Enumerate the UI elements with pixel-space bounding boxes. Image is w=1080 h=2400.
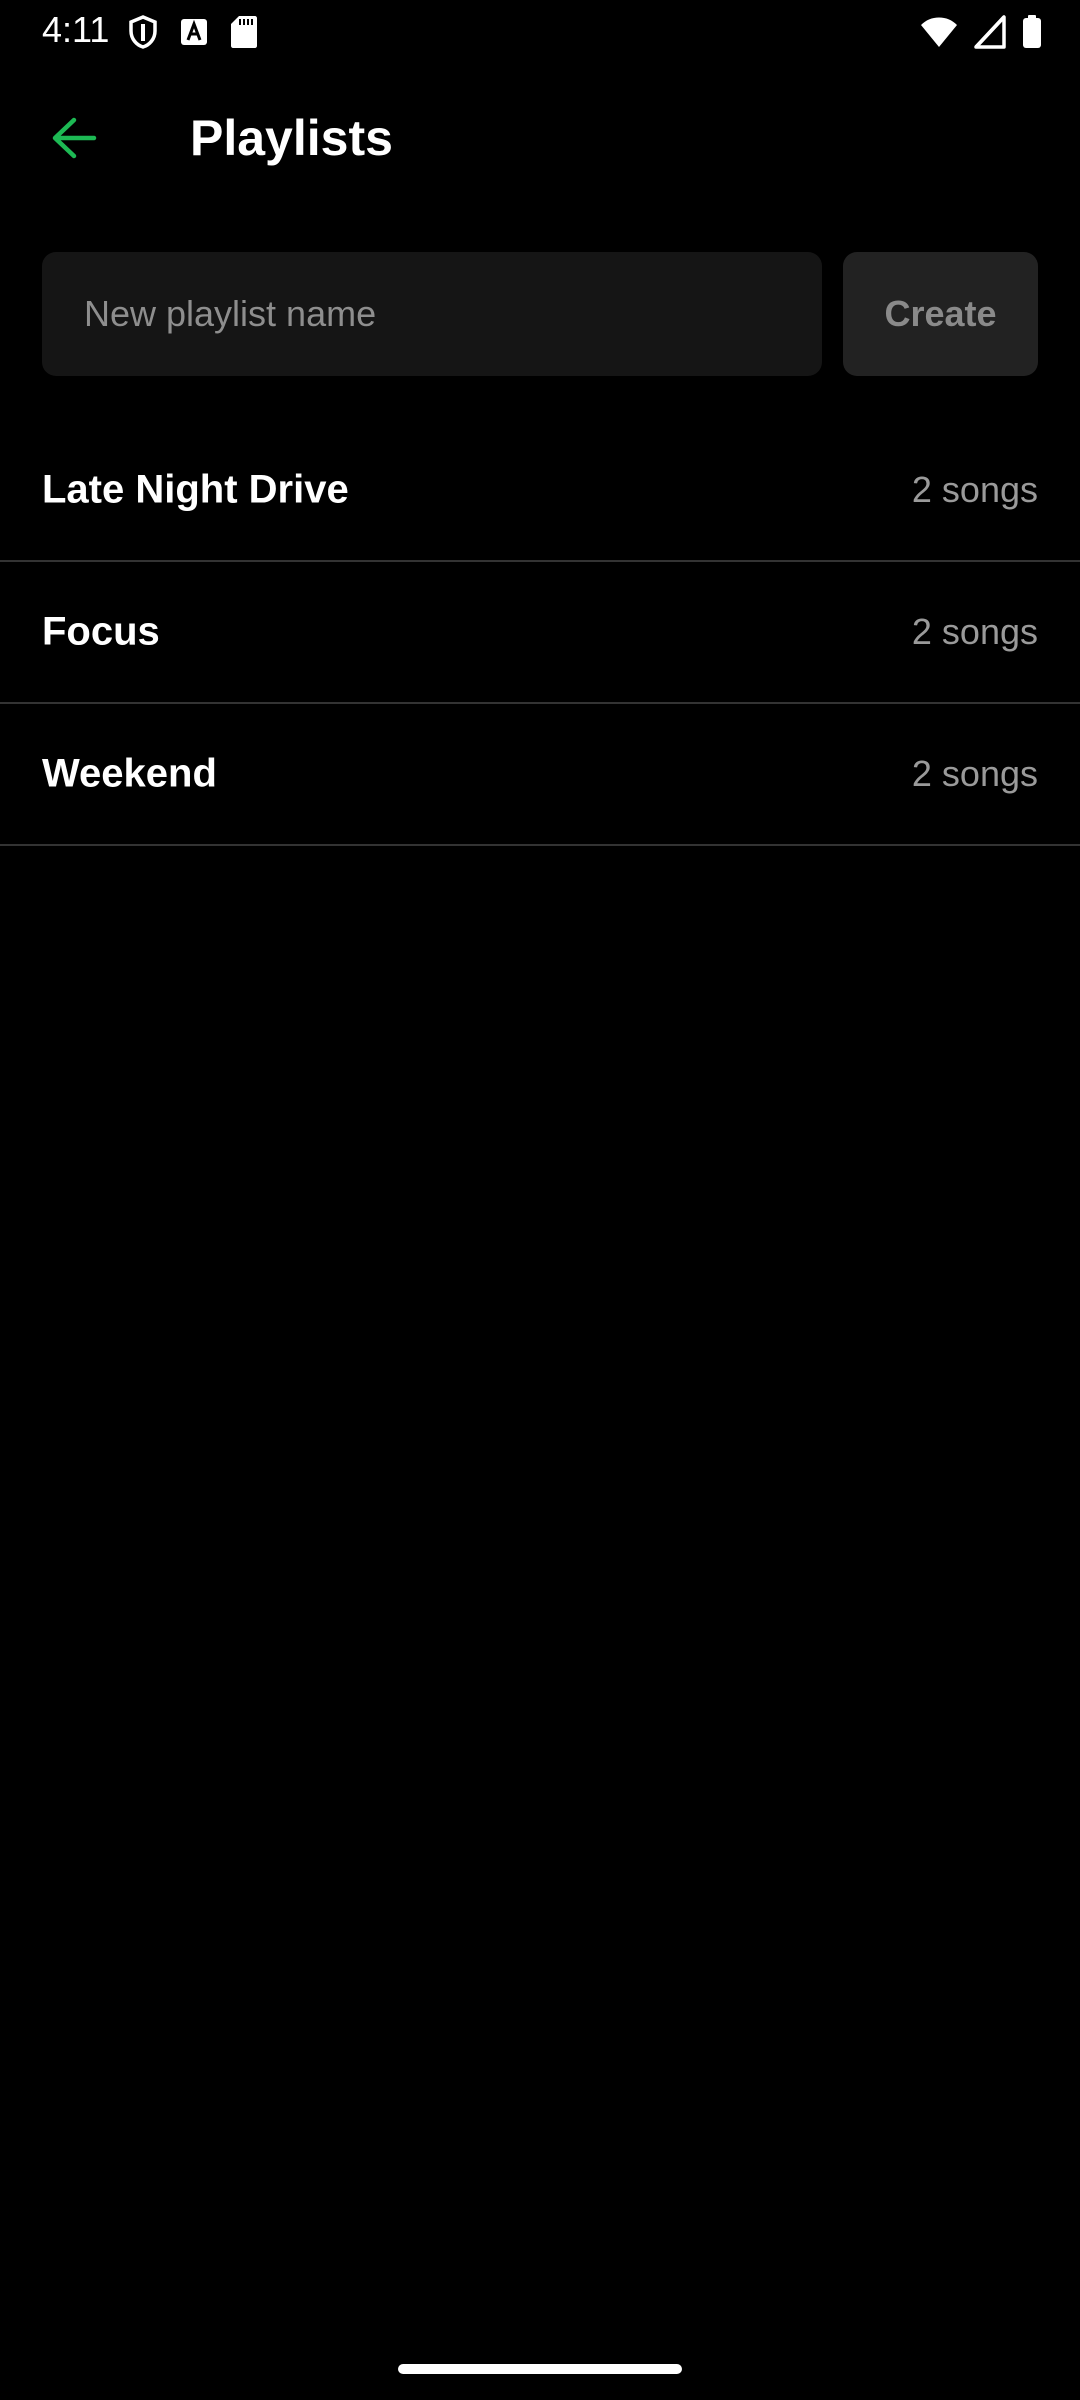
playlist-list: Late Night Drive 2 songs Focus 2 songs W…: [0, 420, 1080, 846]
playlist-song-count: 2 songs: [911, 611, 1038, 652]
playlist-item[interactable]: Weekend 2 songs: [0, 704, 1080, 846]
playlist-song-count: 2 songs: [911, 469, 1038, 510]
battery-icon: [1023, 15, 1041, 48]
new-playlist-row: Create: [42, 252, 1038, 376]
playlist-item[interactable]: Focus 2 songs: [0, 562, 1080, 704]
create-button[interactable]: Create: [843, 252, 1038, 376]
gesture-navigation-bar[interactable]: [398, 2364, 682, 2374]
new-playlist-name-input[interactable]: [42, 252, 822, 376]
playlist-item[interactable]: Late Night Drive 2 songs: [0, 420, 1080, 562]
status-left-icons: [128, 14, 258, 50]
back-button[interactable]: [32, 110, 116, 166]
status-time: 4:11: [42, 9, 110, 50]
playlist-name: Weekend: [42, 751, 217, 796]
wifi-icon: [921, 17, 957, 47]
sd-card-icon: [231, 16, 257, 48]
playlist-song-count: 2 songs: [911, 753, 1038, 794]
text-a-icon: [181, 19, 207, 45]
page-title: Playlists: [190, 110, 393, 166]
cell-signal-icon: [974, 15, 1006, 49]
shield-icon: [129, 15, 157, 49]
playlist-name: Focus: [42, 609, 160, 654]
status-right-icons: [920, 14, 1042, 50]
arrow-back-icon: [52, 117, 97, 159]
app-bar: Playlists: [0, 90, 1080, 186]
playlist-name: Late Night Drive: [42, 467, 349, 512]
status-bar: 4:11: [0, 0, 1080, 60]
